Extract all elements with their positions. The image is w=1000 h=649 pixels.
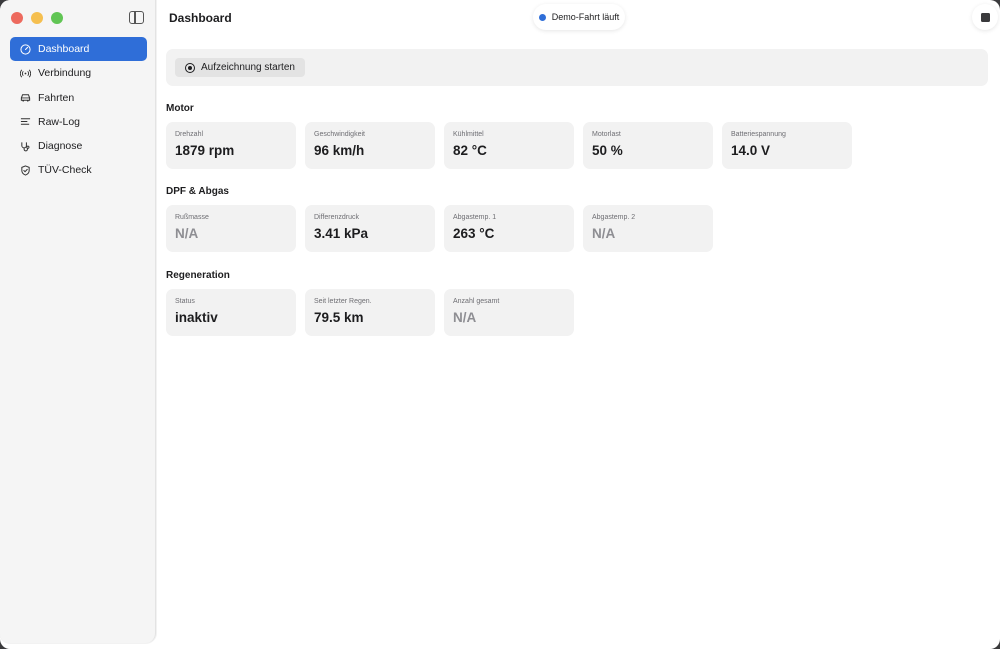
sidebar-item-diagnose[interactable]: Diagnose [10, 134, 147, 158]
text-lines-icon [19, 115, 32, 128]
recording-toolbar: Aufzeichnung starten [166, 49, 988, 86]
sidebar-item-fahrten[interactable]: Fahrten [10, 86, 147, 110]
sidebar-item-label: Dashboard [38, 43, 90, 55]
metric-card-kuehlmittel: Kühlmittel 82 °C [444, 122, 574, 169]
card-label: Anzahl gesamt [453, 298, 500, 305]
start-recording-label: Aufzeichnung starten [201, 62, 295, 73]
window-controls [11, 12, 63, 24]
car-icon [19, 91, 32, 104]
card-label: Rußmasse [175, 214, 209, 221]
gauge-icon [19, 43, 32, 56]
metric-card-seit-letzter-regen: Seit letzter Regen. 79.5 km [305, 289, 435, 336]
stethoscope-icon [19, 140, 32, 153]
app-window: Dashboard Verbindung Fahrten Raw-Log Dia… [0, 0, 1000, 649]
metric-card-drehzahl: Drehzahl 1879 rpm [166, 122, 296, 169]
card-label: Status [175, 298, 195, 305]
metric-card-differenzdruck: Differenzdruck 3.41 kPa [305, 205, 435, 252]
cards-dpf: Rußmasse N/A Differenzdruck 3.41 kPa Abg… [166, 205, 713, 252]
card-label: Geschwindigkeit [314, 131, 365, 138]
section-title-motor: Motor [166, 103, 194, 114]
main-content: Dashboard Demo-Fahrt läuft Aufzeichnung … [156, 0, 1000, 649]
record-icon [185, 62, 195, 73]
sidebar-item-label: TÜV-Check [38, 164, 92, 177]
card-value: 3.41 kPa [314, 226, 369, 241]
card-value: 14.0 V [731, 143, 771, 158]
stop-icon [980, 12, 990, 22]
card-value: 1879 rpm [175, 143, 235, 158]
stop-button[interactable] [972, 4, 998, 30]
minimize-window-button[interactable] [31, 12, 43, 24]
card-label: Abgastemp. 1 [453, 214, 497, 221]
cards-motor: Drehzahl 1879 rpm Geschwindigkeit 96 km/… [166, 122, 852, 169]
sidebar-toggle-icon[interactable] [129, 11, 144, 24]
shield-check-icon [19, 164, 32, 177]
section-title-dpf: DPF & Abgas [166, 186, 229, 197]
status-dot-icon [538, 13, 546, 21]
metric-card-geschwindigkeit: Geschwindigkeit 96 km/h [305, 122, 435, 169]
sidebar-item-label: Diagnose [38, 140, 83, 153]
card-value: 79.5 km [314, 310, 364, 325]
card-value: inaktiv [175, 310, 218, 325]
zoom-window-button[interactable] [51, 12, 63, 24]
sidebar-item-label: Fahrten [38, 91, 75, 104]
sidebar-item-tuev-check[interactable]: TÜV-Check [10, 158, 147, 182]
metric-card-status: Status inaktiv [166, 289, 296, 336]
close-window-button[interactable] [11, 12, 23, 24]
metric-card-batteriespannung: Batteriespannung 14.0 V [722, 122, 852, 169]
card-label: Differenzdruck [314, 214, 360, 221]
page-title: Dashboard [169, 11, 232, 25]
card-value: N/A [592, 226, 616, 241]
metric-card-abgastemp-2: Abgastemp. 2 N/A [583, 205, 713, 252]
card-label: Batteriespannung [731, 131, 786, 138]
start-recording-button[interactable]: Aufzeichnung starten [175, 58, 305, 77]
cards-regeneration: Status inaktiv Seit letzter Regen. 79.5 … [166, 289, 574, 336]
card-label: Drehzahl [175, 131, 204, 138]
card-label: Abgastemp. 2 [592, 214, 636, 221]
sidebar-item-dashboard[interactable]: Dashboard [10, 37, 147, 61]
section-title-regeneration: Regeneration [166, 270, 230, 281]
metric-card-abgastemp-1: Abgastemp. 1 263 °C [444, 205, 574, 252]
sidebar-item-verbindung[interactable]: Verbindung [10, 61, 147, 85]
metric-card-motorlast: Motorlast 50 % [583, 122, 713, 169]
card-value: 96 km/h [314, 143, 365, 158]
sidebar-item-label: Raw-Log [38, 115, 81, 128]
card-value: N/A [175, 226, 199, 241]
card-value: 82 °C [453, 143, 487, 158]
sidebar-item-raw-log[interactable]: Raw-Log [10, 110, 147, 134]
card-label: Seit letzter Regen. [314, 298, 372, 305]
metric-card-anzahl-gesamt: Anzahl gesamt N/A [444, 289, 574, 336]
metric-card-russmasse: Rußmasse N/A [166, 205, 296, 252]
card-value: 263 °C [453, 226, 495, 241]
sidebar-nav: Dashboard Verbindung Fahrten Raw-Log Dia… [10, 37, 147, 183]
antenna-icon [19, 67, 32, 80]
card-label: Kühlmittel [453, 131, 484, 138]
status-label: Demo-Fahrt läuft [551, 12, 620, 22]
card-value: 50 % [592, 143, 623, 158]
card-label: Motorlast [592, 131, 621, 138]
status-badge: Demo-Fahrt läuft [533, 4, 625, 30]
sidebar-item-label: Verbindung [38, 67, 92, 80]
card-value: N/A [453, 310, 477, 325]
sidebar: Dashboard Verbindung Fahrten Raw-Log Dia… [0, 0, 156, 643]
